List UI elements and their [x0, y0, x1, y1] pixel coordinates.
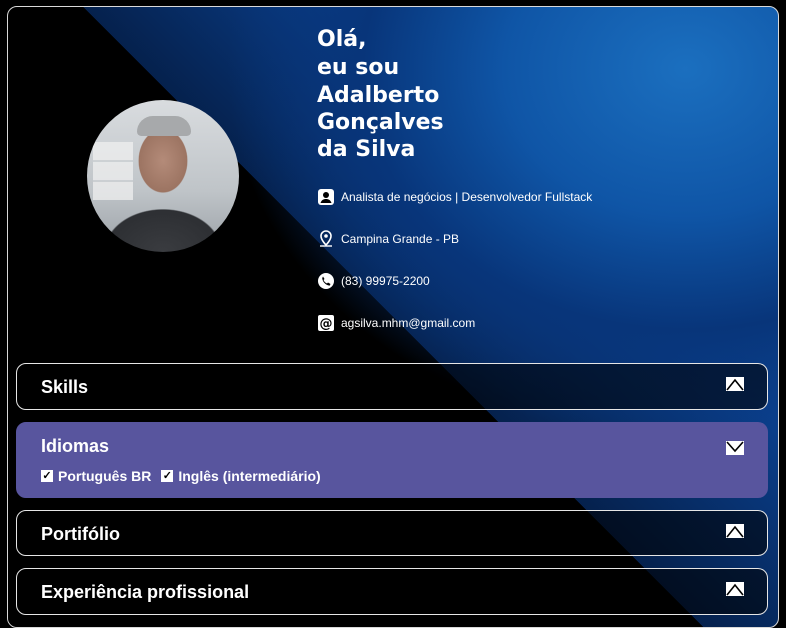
checkbox-checked-icon: ✓	[41, 470, 53, 482]
contact-email-text: agsilva.mhm@gmail.com	[341, 316, 476, 330]
at-icon: @	[317, 314, 335, 332]
experience-title: Experiência profissional	[41, 582, 250, 602]
contact-phone: (83) 99975-2200	[317, 271, 592, 291]
greeting-line-2: eu sou	[317, 55, 400, 80]
name-line-2: Gonçalves	[317, 110, 444, 135]
language-label: Inglês (intermediário)	[178, 468, 321, 484]
checkbox-checked-icon: ✓	[161, 470, 174, 482]
skills-title: Skills	[41, 377, 89, 397]
contact-role-text: Analista de negócios | Desenvolvedor Ful…	[341, 190, 593, 204]
avatar-background-tiles	[93, 140, 133, 200]
hero-heading: Olá, eu sou Adalberto Gonçalves da Silva	[317, 26, 477, 163]
svg-text:@: @	[320, 317, 333, 332]
location-pin-icon	[317, 230, 335, 248]
chevron-up-icon[interactable]	[725, 376, 745, 392]
contact-phone-text: (83) 99975-2200	[341, 274, 430, 288]
name-line-3: da Silva	[317, 137, 416, 162]
skills-panel[interactable]: Skills	[16, 363, 768, 410]
phone-icon	[317, 272, 335, 290]
greeting-line-1: Olá,	[317, 27, 367, 52]
contact-list: Analista de negócios | Desenvolvedor Ful…	[317, 187, 592, 355]
idiomas-panel[interactable]: Idiomas ✓ Português BR ✓ Inglês (interme…	[16, 422, 768, 498]
avatar-hair	[137, 116, 191, 136]
contact-role: Analista de negócios | Desenvolvedor Ful…	[317, 187, 592, 207]
contact-location: Campina Grande - PB	[317, 229, 592, 249]
avatar	[87, 100, 239, 252]
contact-email: @ agsilva.mhm@gmail.com	[317, 313, 592, 333]
chevron-down-icon[interactable]	[725, 440, 745, 456]
experience-panel[interactable]: Experiência profissional	[16, 568, 768, 615]
language-item: ✓ Inglês (intermediário)	[161, 468, 321, 484]
user-icon	[317, 188, 335, 206]
chevron-up-icon[interactable]	[725, 523, 745, 539]
language-item: ✓ Português BR	[41, 468, 151, 484]
idiomas-title: Idiomas	[41, 436, 110, 456]
contact-location-text: Campina Grande - PB	[341, 232, 460, 246]
portfolio-title: Portifólio	[41, 524, 120, 544]
chevron-up-icon[interactable]	[725, 581, 745, 597]
language-list: ✓ Português BR ✓ Inglês (intermediário)	[41, 468, 321, 484]
language-label: Português BR	[58, 468, 152, 484]
name-line-1: Adalberto	[317, 83, 440, 108]
portfolio-panel[interactable]: Portifólio	[16, 510, 768, 556]
